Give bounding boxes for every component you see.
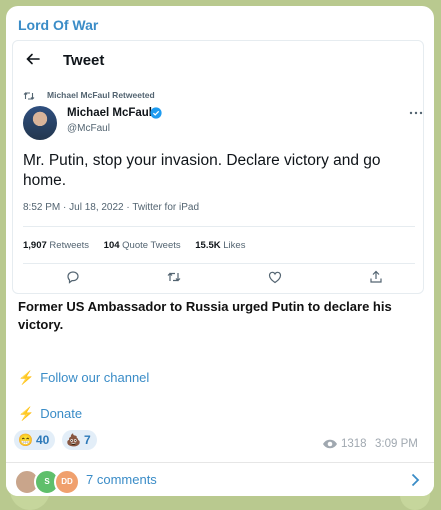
reply-icon bbox=[67, 271, 79, 284]
views-eye-icon bbox=[323, 439, 337, 449]
grin-emoji-icon: 😁 bbox=[18, 433, 33, 447]
lightning-icon: ⚡ bbox=[18, 370, 35, 385]
views-count: 1318 bbox=[341, 438, 367, 450]
tweet-header-title: Tweet bbox=[63, 52, 105, 69]
donate-link[interactable]: ⚡ Donate bbox=[18, 406, 82, 424]
reaction-grin[interactable]: 😁 40 bbox=[14, 430, 56, 450]
author-handle: @McFaul bbox=[67, 123, 110, 134]
retweet-action-icon bbox=[167, 272, 181, 282]
verified-badge-icon bbox=[150, 107, 162, 119]
retweets-count: 1,907 bbox=[23, 240, 47, 251]
comments-bar[interactable]: S DD 7 comments bbox=[6, 462, 434, 496]
tweet-header: Tweet bbox=[19, 41, 417, 79]
reaction-count: 7 bbox=[84, 433, 91, 447]
reaction-count: 40 bbox=[36, 433, 50, 447]
tweet-screenshot: Tweet Michael McFaul Retweeted Michael M… bbox=[12, 40, 424, 294]
author-avatar bbox=[23, 106, 57, 140]
retweets-label: Retweets bbox=[49, 240, 90, 251]
tweet-timestamp: 8:52 PM · Jul 18, 2022 · Twitter for iPa… bbox=[23, 202, 200, 213]
post-time: 3:09 PM bbox=[375, 438, 418, 450]
tweet-stats: 1,907 Retweets 104 Quote Tweets 15.5K Li… bbox=[23, 240, 245, 251]
channel-name[interactable]: Lord Of War bbox=[18, 17, 98, 33]
share-icon bbox=[370, 270, 382, 283]
more-icon bbox=[409, 111, 423, 115]
divider bbox=[23, 263, 415, 264]
reaction-poop[interactable]: 💩 7 bbox=[62, 430, 97, 450]
poop-emoji-icon: 💩 bbox=[66, 433, 81, 447]
post-description: Former US Ambassador to Russia urged Put… bbox=[18, 299, 392, 332]
retweet-icon bbox=[23, 92, 35, 100]
quote-tweets-count: 104 bbox=[103, 240, 120, 251]
chevron-right-icon[interactable] bbox=[410, 473, 420, 487]
follow-channel-link[interactable]: ⚡ Follow our channel bbox=[18, 370, 149, 388]
donate-label: Donate bbox=[40, 406, 83, 421]
author-name: Michael McFaul bbox=[67, 107, 152, 119]
divider bbox=[23, 226, 415, 227]
lightning-icon: ⚡ bbox=[18, 406, 35, 421]
tweet-text: Mr. Putin, stop your invasion. Declare v… bbox=[23, 152, 381, 189]
retweet-label: Michael McFaul Retweeted bbox=[47, 90, 155, 100]
like-icon bbox=[268, 271, 282, 284]
likes-label: Likes bbox=[223, 240, 246, 251]
commenter-avatar: DD bbox=[54, 469, 80, 495]
quote-tweets-label: Quote Tweets bbox=[122, 240, 181, 251]
message-card: Lord Of War Tweet Michael McFaul Retweet… bbox=[6, 6, 434, 496]
follow-channel-label: Follow our channel bbox=[40, 370, 150, 385]
back-arrow-icon bbox=[26, 53, 40, 65]
comments-label[interactable]: 7 comments bbox=[86, 472, 157, 487]
likes-count: 15.5K bbox=[195, 240, 221, 251]
